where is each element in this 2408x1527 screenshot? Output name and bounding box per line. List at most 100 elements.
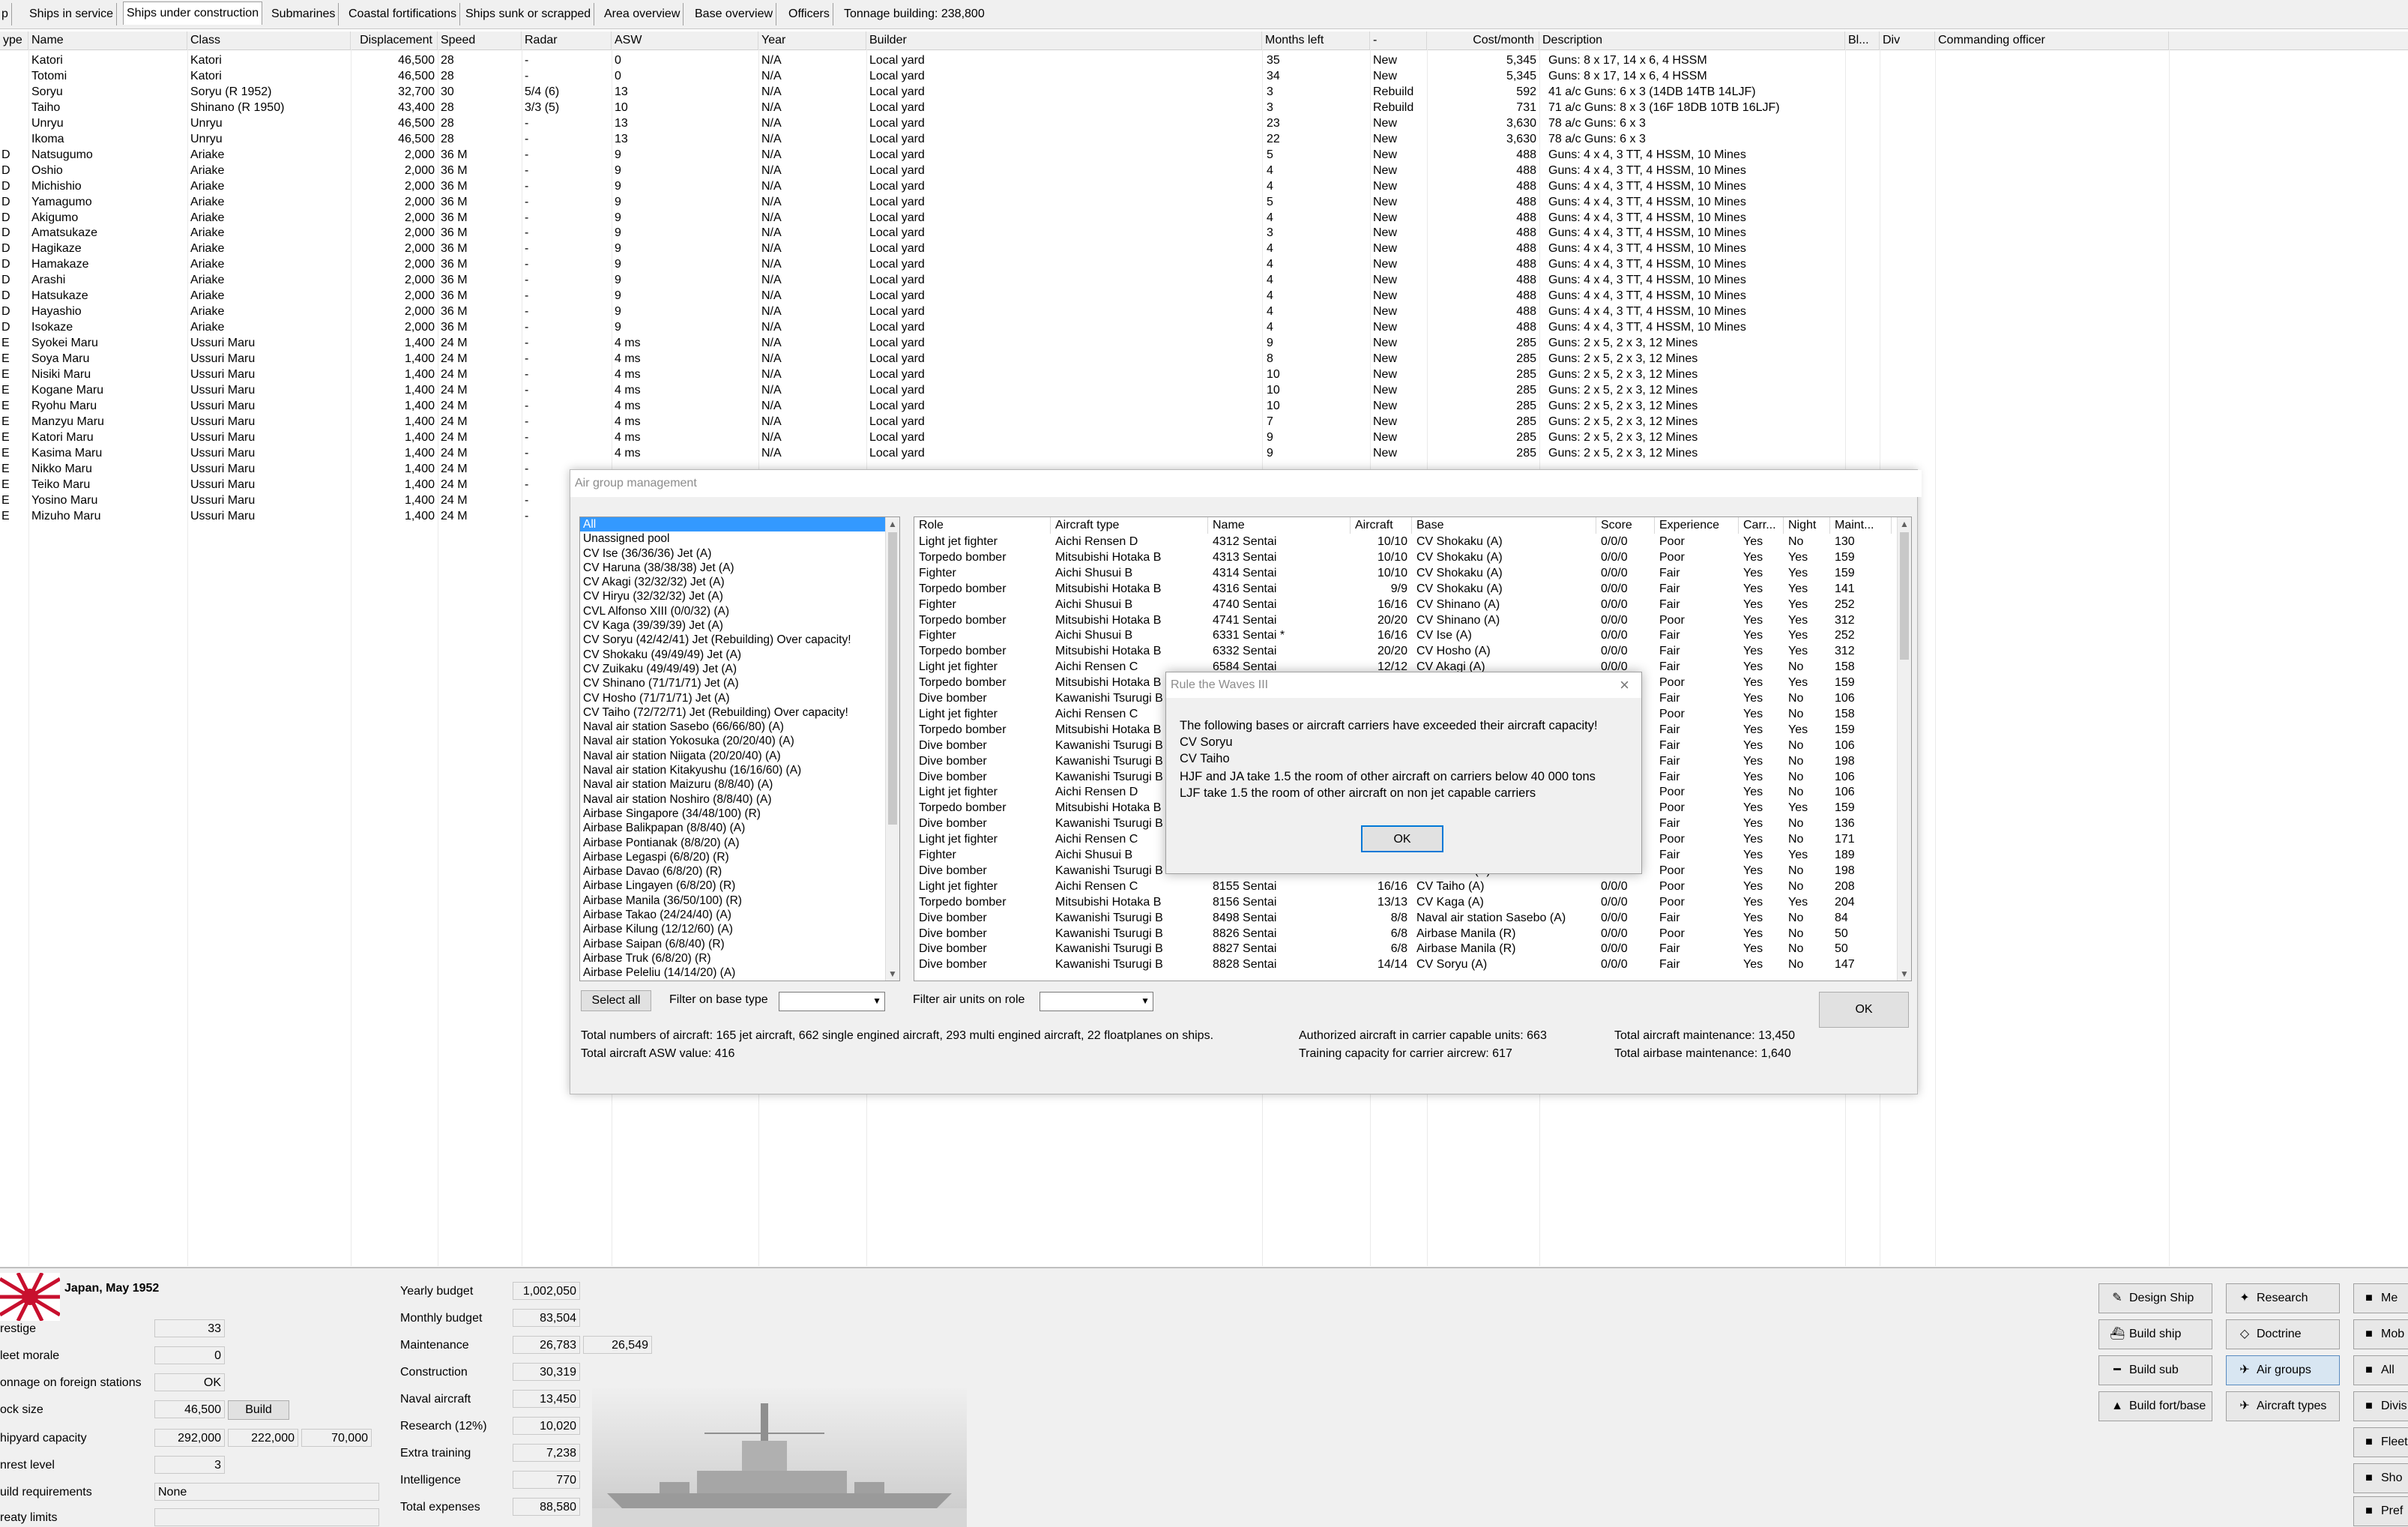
col-description[interactable]: Description <box>1539 31 1845 49</box>
air-unit-row[interactable]: Torpedo bomber Mitsubishi Hotaka B 6332 Se… <box>914 643 1896 659</box>
build-dock-button[interactable]: Build <box>228 1400 289 1420</box>
base-list-item[interactable]: CV Kaga (39/39/39) Jet (A) <box>580 618 899 633</box>
base-list-item[interactable]: CV Ise (36/36/36) Jet (A) <box>580 546 899 561</box>
tab-area-overview[interactable]: Area overview <box>601 3 684 25</box>
ship-row[interactable]: E Kogane Maru Ussuri Maru 1,400 24 M - 4 ms N/A… <box>0 382 2408 398</box>
base-list-item[interactable]: Naval air station Kitakyushu (16/16/60) … <box>580 763 899 777</box>
base-list-item[interactable]: CV Zuikaku (49/49/49) Jet (A) <box>580 662 899 676</box>
side-button-2[interactable]: ■ All <box>2353 1355 2408 1385</box>
base-list-item[interactable]: Naval air station Noshiro (8/8/40) (A) <box>580 792 899 807</box>
air-unit-row[interactable]: Fighter Aichi Shusui B 6331 Sentai * 16/16 C… <box>914 627 1896 643</box>
side-button-6[interactable]: ■ Pref <box>2353 1496 2408 1526</box>
tab-coastal-fortifications[interactable]: Coastal fortifications <box>345 3 461 25</box>
ship-row[interactable]: E Soya Maru Ussuri Maru 1,400 24 M - 4 ms N/A Lo… <box>0 351 2408 367</box>
base-list-item[interactable]: Airbase Saipan (6/8/40) (R) <box>580 937 899 951</box>
base-list-item[interactable]: Unassigned pool <box>580 531 899 546</box>
ship-row[interactable]: E Katori Maru Ussuri Maru 1,400 24 M - 4 ms N/A… <box>0 430 2408 445</box>
air-unit-row[interactable]: Dive bomber Kawanishi Tsurugi B 8827 Senta… <box>914 941 1896 957</box>
base-carrier-list[interactable]: All Unassigned pool CV Ise (36/36/36) Jet … <box>579 516 900 981</box>
base-list-scrollbar[interactable]: ▲ ▼ <box>885 517 899 981</box>
ship-row[interactable]: D Hayashio Ariake 2,000 36 M - 9 N/A Local yard 4… <box>0 304 2408 319</box>
col-maintenance[interactable]: Maint... <box>1830 517 1892 534</box>
base-list-item[interactable]: Naval air station Yokosuka (20/20/40) (A… <box>580 734 899 748</box>
base-list-item[interactable]: Airbase Takao (24/24/40) (A) <box>580 908 899 922</box>
col-score[interactable]: Score <box>1596 517 1655 534</box>
aircraft-types-button[interactable]: ✈ Aircraft types <box>2226 1391 2340 1421</box>
base-list-item[interactable]: CV Soryu (42/42/41) Jet (Rebuilding) Ove… <box>580 633 899 647</box>
scroll-up-icon[interactable]: ▲ <box>886 517 899 531</box>
base-list-item[interactable]: Naval air station Maizuru (8/8/40) (A) <box>580 777 899 792</box>
base-list-item[interactable]: CV Taiho (72/72/71) Jet (Rebuilding) Ove… <box>580 705 899 720</box>
col-class[interactable]: Class <box>187 31 351 49</box>
col-bl[interactable]: Bl... <box>1845 31 1880 49</box>
ship-row[interactable]: D Hagikaze Ariake 2,000 36 M - 9 N/A Local yard 4… <box>0 241 2408 256</box>
ship-row[interactable]: E Ryohu Maru Ussuri Maru 1,400 24 M - 4 ms N/A L… <box>0 398 2408 414</box>
ship-row[interactable]: D Michishio Ariake 2,000 36 M - 9 N/A Local yard… <box>0 178 2408 194</box>
ship-row[interactable]: D Yamagumo Ariake 2,000 36 M - 9 N/A Local yard 5… <box>0 194 2408 210</box>
side-button-5[interactable]: ■ Sho <box>2353 1463 2408 1493</box>
col-radar[interactable]: Radar <box>522 31 612 49</box>
ship-row[interactable]: Taiho Shinano (R 1950) 43,400 28 3/3 (5) 10 N/… <box>0 100 2408 115</box>
base-list-item[interactable]: Airbase Legaspi (6/8/20) (R) <box>580 850 899 864</box>
base-list-item[interactable]: Airbase Kilung (12/12/60) (A) <box>580 922 899 936</box>
ship-row[interactable]: D Natsugumo Ariake 2,000 36 M - 9 N/A Local yard… <box>0 147 2408 163</box>
scroll-down-icon[interactable]: ▼ <box>886 967 899 981</box>
base-list-item[interactable]: Airbase Davao (6/8/20) (R) <box>580 864 899 879</box>
ship-row[interactable]: D Amatsukaze Ariake 2,000 36 M - 9 N/A Local yar… <box>0 225 2408 241</box>
base-list-item[interactable]: Airbase Lingayen (6/8/20) (R) <box>580 879 899 893</box>
air-unit-row[interactable]: Torpedo bomber Mitsubishi Hotaka B 4316 Se… <box>914 581 1896 597</box>
ship-row[interactable]: E Syokei Maru Ussuri Maru 1,400 24 M - 4 ms N/A… <box>0 335 2408 351</box>
base-list-item[interactable]: Airbase Manila (36/50/100) (R) <box>580 894 899 908</box>
air-unit-row[interactable]: Dive bomber Kawanishi Tsurugi B 8828 Senta… <box>914 957 1896 972</box>
ship-row[interactable]: D Hamakaze Ariake 2,000 36 M - 9 N/A Local yard 4… <box>0 256 2408 272</box>
col-year[interactable]: Year <box>758 31 866 49</box>
air-unit-row[interactable]: Torpedo bomber Mitsubishi Hotaka B 4313 Se… <box>914 549 1896 565</box>
ship-row[interactable]: Totomi Katori 46,500 28 - 0 N/A Local yard 34 New… <box>0 68 2408 84</box>
col-name[interactable]: Name <box>28 31 187 49</box>
air-unit-row[interactable]: Torpedo bomber Mitsubishi Hotaka B 8156 Se… <box>914 894 1896 910</box>
col-unit-name[interactable]: Name <box>1208 517 1351 534</box>
ship-row[interactable]: Ikoma Unryu 46,500 28 - 13 N/A Local yard 22 New 3… <box>0 131 2408 147</box>
build-sub-button[interactable]: ━ Build sub <box>2098 1355 2212 1385</box>
col-base[interactable]: Base <box>1412 517 1596 534</box>
ship-row[interactable]: D Akigumo Ariake 2,000 36 M - 9 N/A Local yard 4 N… <box>0 210 2408 226</box>
base-list-item[interactable]: CV Hiryu (32/32/32) Jet (A) <box>580 589 899 603</box>
base-list-item[interactable]: Airbase Pontianak (8/8/20) (A) <box>580 836 899 850</box>
air-unit-row[interactable]: Dive bomber Kawanishi Tsurugi B 8826 Senta… <box>914 926 1896 942</box>
side-button-4[interactable]: ■ Fleet <box>2353 1427 2408 1457</box>
base-list-item[interactable]: CVL Alfonso XIII (0/0/32) (A) <box>580 604 899 618</box>
col-displacement[interactable]: Displacement <box>351 31 438 49</box>
col-status[interactable]: - <box>1370 31 1427 49</box>
ship-row[interactable]: D Oshio Ariake 2,000 36 M - 9 N/A Local yard 4 New… <box>0 163 2408 178</box>
air-unit-row[interactable]: Light jet fighter Aichi Rensen C 8155 Sent… <box>914 879 1896 894</box>
base-list-item[interactable]: CV Haruna (38/38/38) Jet (A) <box>580 561 899 575</box>
scroll-up-icon[interactable]: ▲ <box>1898 517 1911 531</box>
col-div[interactable]: Div <box>1880 31 1935 49</box>
close-icon[interactable]: × <box>1620 675 1629 695</box>
col-builder[interactable]: Builder <box>866 31 1262 49</box>
air-unit-row[interactable]: Fighter Aichi Shusui B 4740 Sentai 16/16 CV … <box>914 597 1896 612</box>
ship-row[interactable]: E Nisiki Maru Ussuri Maru 1,400 24 M - 4 ms N/A… <box>0 367 2408 382</box>
filter-base-select[interactable]: ▼ <box>779 992 885 1011</box>
doctrine-button[interactable]: ◇ Doctrine <box>2226 1319 2340 1349</box>
filter-role-select[interactable]: ▼ <box>1039 992 1153 1011</box>
col-aircraft-type[interactable]: Aircraft type <box>1051 517 1208 534</box>
tab-prev[interactable]: p <box>0 3 12 25</box>
base-list-item[interactable]: CV Shokaku (49/49/49) Jet (A) <box>580 648 899 662</box>
build-ship-button[interactable]: ⛴ Build ship <box>2098 1319 2212 1349</box>
base-list-item[interactable]: All <box>580 517 899 532</box>
col-role[interactable]: Role <box>914 517 1051 534</box>
col-asw[interactable]: ASW <box>612 31 758 49</box>
base-list-item[interactable]: CV Shinano (71/71/71) Jet (A) <box>580 676 899 690</box>
ship-row[interactable]: D Isokaze Ariake 2,000 36 M - 9 N/A Local yard 4 N… <box>0 319 2408 335</box>
tab-officers[interactable]: Officers <box>785 3 833 25</box>
ship-row[interactable]: E Manzyu Maru Ussuri Maru 1,400 24 M - 4 ms N/A… <box>0 414 2408 430</box>
col-months-left[interactable]: Months left <box>1262 31 1370 49</box>
ship-row[interactable]: D Hatsukaze Ariake 2,000 36 M - 9 N/A Local yard… <box>0 288 2408 304</box>
scroll-down-icon[interactable]: ▼ <box>1898 967 1911 981</box>
scroll-thumb[interactable] <box>888 532 897 825</box>
base-list-item[interactable]: Airbase Truk (6/8/20) (R) <box>580 951 899 966</box>
tab-ships-sunk[interactable]: Ships sunk or scrapped <box>462 3 595 25</box>
base-list-item[interactable]: Naval air station Niigata (20/20/40) (A) <box>580 749 899 763</box>
build-fort-base-button[interactable]: ▲ Build fort/base <box>2098 1391 2212 1421</box>
